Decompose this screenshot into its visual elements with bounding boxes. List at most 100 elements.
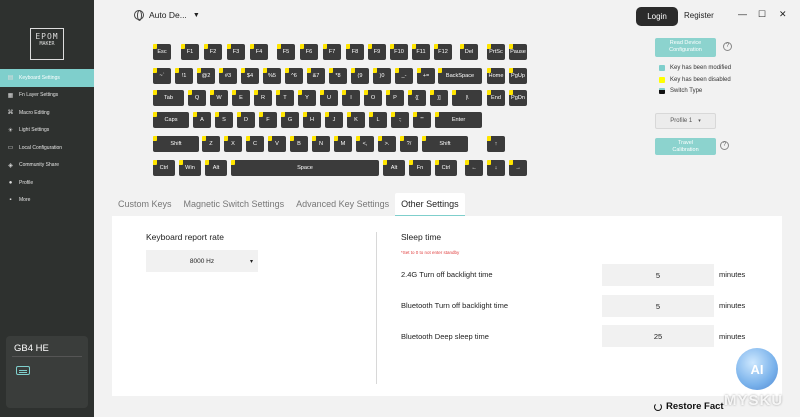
tab-other-settings[interactable]: Other Settings [395, 193, 465, 217]
tab-magnetic-switch[interactable]: Magnetic Switch Settings [178, 193, 291, 217]
key-lctrl[interactable]: Ctrl [153, 160, 175, 176]
key-lshift[interactable]: Shift [153, 136, 199, 152]
key-n[interactable]: N [312, 136, 330, 152]
key-6[interactable]: ^6 [285, 68, 303, 84]
key-1[interactable]: !1 [175, 68, 193, 84]
key-8[interactable]: *8 [329, 68, 347, 84]
sidebar-item-light[interactable]: ☀ Light Settings [0, 122, 94, 140]
key-f12[interactable]: F12 [434, 44, 452, 60]
key-9[interactable]: (9 [351, 68, 369, 84]
read-device-config-button[interactable]: Read Device Configuration [655, 38, 716, 57]
sidebar-item-keyboard-settings[interactable]: ▤ Keyboard Settings [0, 69, 94, 87]
key-esc[interactable]: Esc [153, 44, 171, 60]
device-card[interactable]: GB4 HE [6, 336, 88, 408]
sidebar-item-fn-layer[interactable]: ▦ Fn Layer Settings [0, 87, 94, 105]
key-s[interactable]: S [215, 112, 233, 128]
tab-custom-keys[interactable]: Custom Keys [112, 193, 178, 217]
key-7[interactable]: &7 [307, 68, 325, 84]
key-pgdn[interactable]: PgDn [509, 90, 527, 106]
key-lalt[interactable]: Alt [205, 160, 227, 176]
key-z[interactable]: Z [202, 136, 220, 152]
key-del[interactable]: Del [460, 44, 478, 60]
key-a[interactable]: A [193, 112, 211, 128]
sidebar-item-macro[interactable]: ⌘ Macro Editing [0, 104, 94, 122]
travel-calibration-button[interactable]: Travel Calibration [655, 138, 716, 155]
key-ralt[interactable]: Alt [383, 160, 405, 176]
key-f7[interactable]: F7 [323, 44, 341, 60]
key-i[interactable]: I [342, 90, 360, 106]
key-h[interactable]: H [303, 112, 321, 128]
key-u[interactable]: U [320, 90, 338, 106]
sidebar-item-community[interactable]: ◈ Community Share [0, 157, 94, 175]
key-f8[interactable]: F8 [346, 44, 364, 60]
key-comma[interactable]: <, [356, 136, 374, 152]
maximize-button[interactable]: ☐ [758, 9, 766, 20]
key-prtsc[interactable]: PrtSc [487, 44, 505, 60]
key-slash[interactable]: ?/ [400, 136, 418, 152]
key-v[interactable]: V [268, 136, 286, 152]
key-f6[interactable]: F6 [300, 44, 318, 60]
key-l[interactable]: L [369, 112, 387, 128]
sidebar-item-local-config[interactable]: ▭ Local Configuration [0, 139, 94, 157]
key-tab[interactable]: Tab [153, 90, 184, 106]
backlight-bt-input[interactable]: 5 [602, 295, 714, 317]
help-icon[interactable]: ? [720, 141, 729, 150]
help-icon[interactable]: ? [723, 42, 732, 51]
key-3[interactable]: #3 [219, 68, 237, 84]
key-home[interactable]: Home [487, 68, 505, 84]
key-backspace[interactable]: BackSpace [438, 68, 482, 84]
key-g[interactable]: G [281, 112, 299, 128]
key-c[interactable]: C [246, 136, 264, 152]
sidebar-item-more[interactable]: ▪ More [0, 192, 94, 210]
key-down[interactable]: ↓ [487, 160, 505, 176]
minimize-button[interactable]: — [738, 9, 747, 19]
key-2[interactable]: @2 [197, 68, 215, 84]
key-right[interactable]: → [509, 160, 527, 176]
key-t[interactable]: T [276, 90, 294, 106]
backlight-24g-input[interactable]: 5 [602, 264, 714, 286]
report-rate-select[interactable]: 8000 Hz ▾ [146, 250, 258, 272]
profile-select[interactable]: Profile 1 ▾ [655, 113, 716, 129]
key-left[interactable]: ← [465, 160, 483, 176]
key-f10[interactable]: F10 [390, 44, 408, 60]
key-up[interactable]: ↑ [487, 136, 505, 152]
key-r[interactable]: R [254, 90, 272, 106]
key-enter[interactable]: Enter [435, 112, 482, 128]
key-d[interactable]: D [237, 112, 255, 128]
key-x[interactable]: X [224, 136, 242, 152]
key-win[interactable]: Win [179, 160, 201, 176]
key-4[interactable]: $4 [241, 68, 259, 84]
key-minus[interactable]: _- [395, 68, 413, 84]
key-f3[interactable]: F3 [227, 44, 245, 60]
language-selector[interactable]: Auto De... ▼ [134, 10, 200, 21]
key-b[interactable]: B [290, 136, 308, 152]
sidebar-item-profile[interactable]: ● Profile [0, 174, 94, 192]
key-rctrl[interactable]: Ctrl [435, 160, 457, 176]
key-quote[interactable]: "' [413, 112, 431, 128]
login-button[interactable]: Login [636, 7, 678, 26]
key-end[interactable]: End [487, 90, 505, 106]
key-pgup[interactable]: PgUp [509, 68, 527, 84]
key-f9[interactable]: F9 [368, 44, 386, 60]
key-semicolon[interactable]: :; [391, 112, 409, 128]
register-link[interactable]: Register [684, 11, 714, 20]
key-tilde[interactable]: ~` [153, 68, 171, 84]
key-f2[interactable]: F2 [204, 44, 222, 60]
key-o[interactable]: O [364, 90, 382, 106]
key-j[interactable]: J [325, 112, 343, 128]
key-pause[interactable]: Pause [509, 44, 527, 60]
key-f5[interactable]: F5 [277, 44, 295, 60]
key-y[interactable]: Y [298, 90, 316, 106]
tab-advanced-key[interactable]: Advanced Key Settings [290, 193, 395, 217]
key-rshift[interactable]: Shift [422, 136, 468, 152]
key-caps[interactable]: Caps [153, 112, 189, 128]
key-lbracket[interactable]: {[ [408, 90, 426, 106]
restore-factory-button[interactable]: Restore Fact [654, 401, 724, 412]
key-e[interactable]: E [232, 90, 250, 106]
key-f[interactable]: F [259, 112, 277, 128]
key-m[interactable]: M [334, 136, 352, 152]
key-5[interactable]: %5 [263, 68, 281, 84]
key-q[interactable]: Q [188, 90, 206, 106]
key-space[interactable]: Space [231, 160, 379, 176]
close-button[interactable]: ✕ [779, 9, 787, 20]
